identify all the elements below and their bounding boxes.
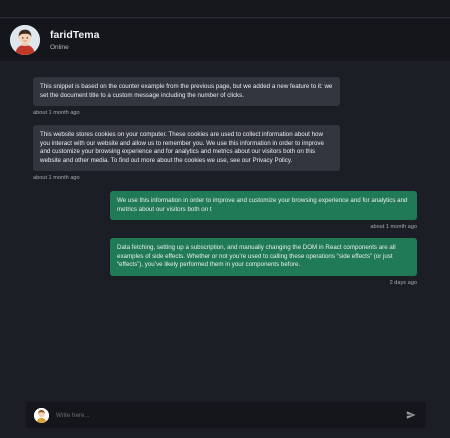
message-input[interactable] [56, 408, 404, 422]
message-incoming: This snippet is based on the counter exa… [33, 77, 340, 116]
message-time: about 1 month ago [33, 175, 80, 182]
message-bubble: We use this information in order to impr… [110, 191, 417, 221]
avatar[interactable] [10, 25, 40, 55]
send-icon [406, 411, 416, 419]
contact-status: Online [50, 44, 69, 51]
send-button[interactable] [404, 408, 418, 422]
message-bubble: This snippet is based on the counter exa… [33, 77, 340, 107]
composer [26, 402, 426, 428]
message-outgoing: We use this information in order to impr… [110, 191, 417, 230]
contact-name: faridTema [50, 29, 100, 41]
message-time: 2 days ago [389, 279, 417, 286]
message-time: about 1 month ago [370, 224, 417, 231]
top-bar [0, 0, 450, 18]
message-bubble: Data fetching, setting up a subscription… [110, 238, 417, 276]
message-list: This snippet is based on the counter exa… [0, 61, 450, 396]
message-time: about 1 month ago [33, 110, 80, 117]
user-avatar [34, 407, 49, 423]
message-outgoing: Data fetching, setting up a subscription… [110, 238, 417, 286]
message-incoming: This website stores cookies on your comp… [33, 125, 340, 181]
message-bubble: This website stores cookies on your comp… [33, 125, 340, 172]
chat-header: faridTema Online [0, 19, 450, 61]
